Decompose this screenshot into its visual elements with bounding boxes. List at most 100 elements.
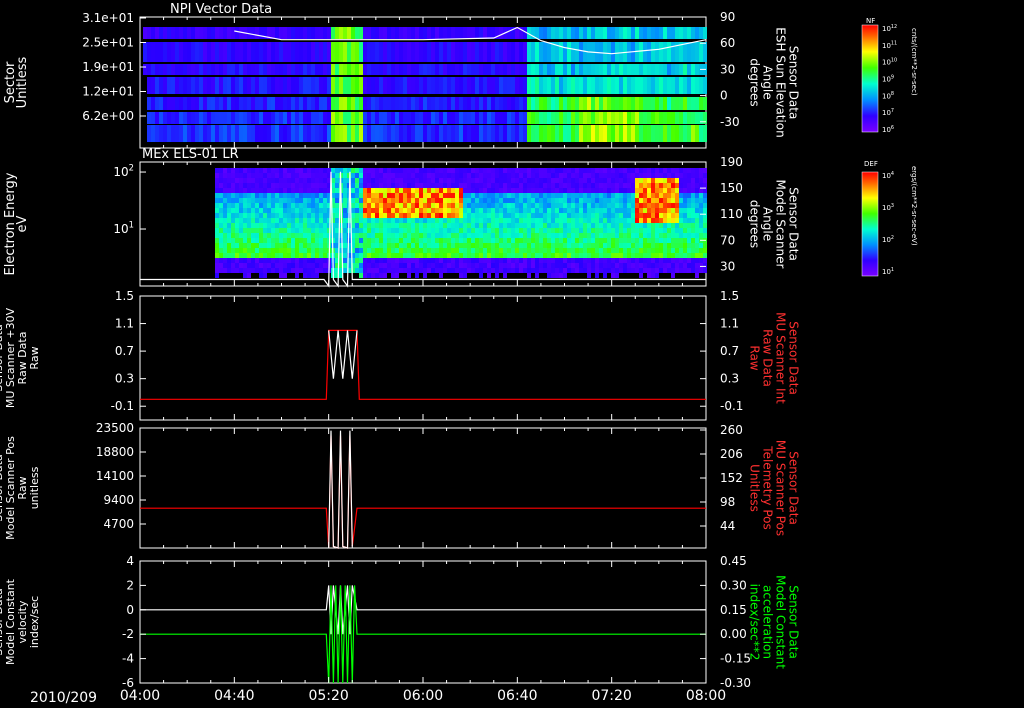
heat-cell bbox=[599, 208, 603, 213]
heat-cell bbox=[587, 213, 591, 218]
heat-cell bbox=[619, 188, 623, 193]
heat-cell bbox=[459, 125, 463, 142]
heat-cell bbox=[695, 213, 699, 218]
heat-cell bbox=[403, 188, 407, 193]
heat-cell bbox=[271, 42, 275, 62]
heat-cell bbox=[547, 263, 551, 268]
heat-cell bbox=[439, 125, 443, 142]
heat-cell bbox=[499, 213, 503, 218]
heat-cell bbox=[639, 178, 643, 183]
heat-cell bbox=[647, 193, 651, 198]
heat-cell bbox=[303, 258, 307, 263]
heat-cell bbox=[307, 183, 311, 188]
heat-cell bbox=[599, 263, 603, 268]
heat-cell bbox=[251, 97, 255, 110]
heat-cell bbox=[595, 173, 599, 178]
heat-cell bbox=[447, 27, 451, 39]
heat-cell bbox=[703, 263, 707, 268]
heat-cell bbox=[227, 77, 231, 94]
heat-cell bbox=[175, 125, 179, 142]
heat-cell bbox=[635, 208, 639, 213]
heat-cell bbox=[527, 208, 531, 213]
heat-cell bbox=[575, 188, 579, 193]
heat-cell bbox=[651, 125, 655, 142]
heat-cell bbox=[407, 188, 411, 193]
heat-cell bbox=[355, 218, 359, 223]
heat-cell bbox=[583, 223, 587, 228]
heat-cell bbox=[423, 64, 427, 75]
heat-cell bbox=[267, 238, 271, 243]
heat-cell bbox=[655, 178, 659, 183]
heat-cell bbox=[539, 208, 543, 213]
heat-cell bbox=[279, 238, 283, 243]
heat-cell bbox=[611, 193, 615, 198]
heat-cell bbox=[463, 198, 467, 203]
heat-cell bbox=[403, 77, 407, 94]
heat-cell bbox=[487, 233, 491, 238]
heat-cell bbox=[235, 268, 239, 273]
heat-cell bbox=[663, 77, 667, 94]
heat-cell bbox=[391, 173, 395, 178]
heat-cell bbox=[563, 42, 567, 62]
heat-cell bbox=[255, 228, 259, 233]
heat-cell bbox=[419, 173, 423, 178]
heat-cell bbox=[215, 178, 219, 183]
heat-cell bbox=[415, 97, 419, 110]
heat-cell bbox=[655, 233, 659, 238]
heat-cell bbox=[323, 248, 327, 253]
heat-cell bbox=[219, 248, 223, 253]
heat-cell bbox=[511, 193, 515, 198]
heat-cell bbox=[567, 27, 571, 39]
heat-cell bbox=[435, 64, 439, 75]
heat-cell bbox=[323, 64, 327, 75]
heat-cell bbox=[291, 193, 295, 198]
heat-cell bbox=[431, 233, 435, 238]
heat-cell bbox=[415, 27, 419, 39]
heat-cell bbox=[647, 198, 651, 203]
heat-cell bbox=[275, 125, 279, 142]
heat-cell bbox=[307, 178, 311, 183]
heat-cell bbox=[227, 238, 231, 243]
heat-cell bbox=[619, 233, 623, 238]
heat-cell bbox=[435, 188, 439, 193]
heat-cell bbox=[435, 238, 439, 243]
heat-cell bbox=[607, 188, 611, 193]
heat-cell bbox=[315, 238, 319, 243]
heat-cell bbox=[691, 233, 695, 238]
heat-cell bbox=[619, 213, 623, 218]
heat-cell bbox=[459, 273, 463, 278]
heat-cell bbox=[147, 112, 151, 124]
y2-tick-label: 1.1 bbox=[720, 317, 739, 331]
heat-cell bbox=[523, 218, 527, 223]
heat-cell bbox=[567, 188, 571, 193]
heat-cell bbox=[611, 203, 615, 208]
heat-cell bbox=[571, 27, 575, 39]
heat-cell bbox=[323, 125, 327, 142]
heat-cell bbox=[687, 198, 691, 203]
heat-cell bbox=[299, 233, 303, 238]
heat-cell bbox=[691, 203, 695, 208]
heat-cell bbox=[691, 263, 695, 268]
heat-cell bbox=[251, 183, 255, 188]
heat-cell bbox=[239, 183, 243, 188]
heat-cell bbox=[491, 248, 495, 253]
heat-cell bbox=[611, 273, 615, 278]
heat-cell bbox=[671, 253, 675, 258]
heat-cell bbox=[435, 173, 439, 178]
heat-cell bbox=[679, 203, 683, 208]
heat-cell bbox=[455, 253, 459, 258]
heat-cell bbox=[183, 64, 187, 75]
heat-cell bbox=[535, 208, 539, 213]
heat-cell bbox=[595, 223, 599, 228]
heat-cell bbox=[191, 112, 195, 124]
heat-cell bbox=[351, 208, 355, 213]
heat-cell bbox=[435, 97, 439, 110]
heat-cell bbox=[159, 112, 163, 124]
heat-cell bbox=[219, 168, 223, 173]
heat-cell bbox=[663, 213, 667, 218]
heat-cell bbox=[391, 248, 395, 253]
heat-cell bbox=[239, 243, 243, 248]
heat-cell bbox=[551, 228, 555, 233]
heat-cell bbox=[639, 193, 643, 198]
heat-cell bbox=[307, 97, 311, 110]
